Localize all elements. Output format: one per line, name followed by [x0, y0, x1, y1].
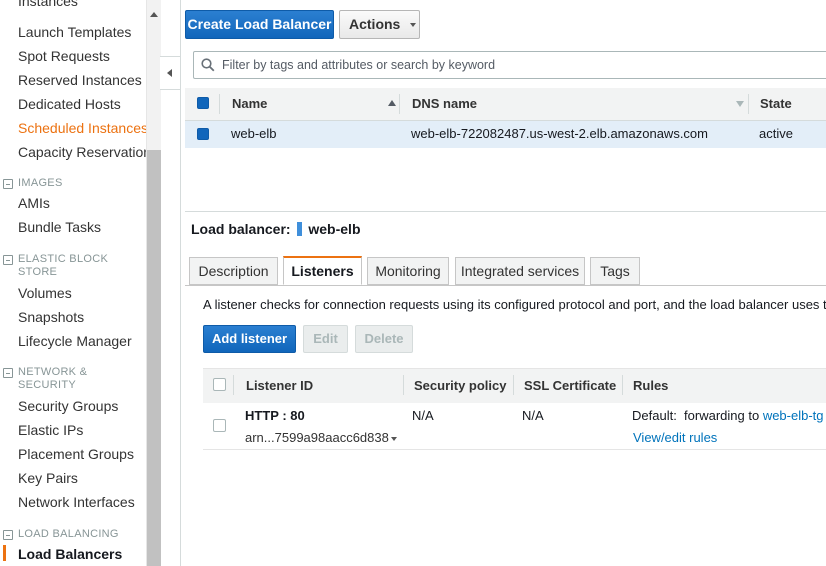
- row-checkbox[interactable]: [197, 128, 209, 140]
- cell-dns-name: web-elb-722082487.us-west-2.elb.amazonaw…: [411, 126, 708, 141]
- status-marker: [297, 222, 303, 236]
- panel-divider[interactable]: [185, 211, 826, 212]
- details-name: web-elb: [308, 221, 361, 237]
- cell-ssl-certificate: N/A: [522, 408, 544, 423]
- sidebar-item-security-groups[interactable]: Security Groups: [18, 398, 118, 414]
- sidebar-item-key-pairs[interactable]: Key Pairs: [18, 470, 78, 486]
- cell-name: web-elb: [231, 126, 277, 141]
- column-separator: [219, 94, 220, 114]
- sidebar-section-load-balancing: LOAD BALANCING: [18, 528, 119, 540]
- search-box: [193, 51, 826, 79]
- collapse-ebs-icon[interactable]: [3, 255, 13, 265]
- cell-rules: Default: forwarding to web-elb-tg: [632, 408, 824, 423]
- listener-table-header: Listener ID Security policy SSL Certific…: [203, 368, 826, 404]
- column-header-ssl-certificate[interactable]: SSL Certificate: [524, 378, 616, 393]
- scrollbar-thumb[interactable]: [147, 150, 161, 566]
- collapse-network-icon[interactable]: [3, 368, 13, 378]
- sidebar-section-network: NETWORK & SECURITY: [18, 366, 87, 392]
- sort-icon[interactable]: [736, 101, 744, 107]
- sidebar-item-scheduled-instances[interactable]: Scheduled Instances: [18, 120, 146, 136]
- collapse-sidebar-button[interactable]: [160, 56, 181, 90]
- scroll-up-icon[interactable]: [150, 12, 158, 17]
- column-header-security-policy[interactable]: Security policy: [414, 378, 506, 393]
- search-icon: [201, 58, 215, 72]
- column-separator: [748, 94, 749, 114]
- sidebar-item-amis[interactable]: AMIs: [18, 195, 50, 211]
- sidebar-item-network-interfaces[interactable]: Network Interfaces: [18, 494, 135, 510]
- column-separator: [622, 375, 623, 395]
- sidebar: Instances Launch Templates Spot Requests…: [0, 0, 146, 566]
- details-label: Load balancer:: [191, 221, 291, 237]
- tab-underline: [185, 285, 826, 286]
- sidebar-section-images: IMAGES: [18, 177, 63, 189]
- sidebar-item-dedicated-hosts[interactable]: Dedicated Hosts: [18, 96, 121, 112]
- tab-integrated-services[interactable]: Integrated services: [455, 257, 585, 285]
- column-header-dns-name[interactable]: DNS name: [412, 96, 477, 111]
- sidebar-section-network-line1: NETWORK &: [18, 366, 88, 378]
- sort-asc-icon[interactable]: [388, 100, 396, 106]
- column-separator: [513, 375, 514, 395]
- chevron-down-icon[interactable]: [390, 436, 397, 441]
- sidebar-item-lifecycle-manager[interactable]: Lifecycle Manager: [18, 333, 132, 349]
- current-indicator: [3, 545, 6, 561]
- column-separator: [233, 375, 234, 395]
- actions-label: Actions: [349, 16, 401, 32]
- column-header-state[interactable]: State: [760, 96, 792, 111]
- sidebar-section-ebs: ELASTIC BLOCK STORE: [18, 253, 108, 279]
- sidebar-item-reserved-instances[interactable]: Reserved Instances: [18, 72, 142, 88]
- column-header-name[interactable]: Name: [232, 96, 267, 111]
- sidebar-item-placement-groups[interactable]: Placement Groups: [18, 446, 134, 462]
- tab-description[interactable]: Description: [189, 257, 278, 285]
- column-separator: [399, 94, 400, 114]
- sidebar-section-ebs-line1: ELASTIC BLOCK: [18, 253, 109, 265]
- column-header-listener-id[interactable]: Listener ID: [246, 378, 313, 393]
- sidebar-item-spot-requests[interactable]: Spot Requests: [18, 48, 110, 64]
- listener-id: HTTP : 80: [245, 408, 305, 423]
- tab-tags[interactable]: Tags: [590, 257, 640, 285]
- search-input[interactable]: [220, 57, 804, 73]
- delete-button[interactable]: Delete: [355, 325, 413, 353]
- tab-listeners[interactable]: Listeners: [283, 256, 362, 285]
- column-separator: [403, 375, 404, 395]
- sidebar-scrollbar[interactable]: [146, 0, 161, 566]
- sidebar-section-network-line2: SECURITY: [18, 379, 77, 391]
- cell-state: active: [759, 126, 793, 141]
- collapse-images-icon[interactable]: [3, 179, 13, 189]
- sidebar-section-ebs-line2: STORE: [18, 266, 58, 278]
- details-header: Load balancer: web-elb: [191, 221, 361, 237]
- target-group-link[interactable]: web-elb-tg: [763, 408, 824, 423]
- chevron-left-icon: [167, 69, 172, 77]
- cell-security-policy: N/A: [412, 408, 434, 423]
- listener-description: A listener checks for connection request…: [203, 297, 826, 312]
- divider: [180, 0, 181, 566]
- column-header-rules[interactable]: Rules: [633, 378, 668, 393]
- chevron-down-icon: [410, 23, 417, 28]
- tab-monitoring[interactable]: Monitoring: [367, 257, 449, 285]
- rules-prefix: Default: forwarding to: [632, 408, 760, 423]
- edit-button[interactable]: Edit: [303, 325, 348, 353]
- sidebar-item-volumes[interactable]: Volumes: [18, 285, 72, 301]
- listener-checkbox[interactable]: [213, 419, 226, 432]
- actions-button[interactable]: Actions: [339, 10, 420, 39]
- sidebar-item-snapshots[interactable]: Snapshots: [18, 309, 84, 325]
- listener-row[interactable]: HTTP : 80 arn...7599a98aacc6d838 N/A N/A…: [203, 403, 826, 450]
- table-header: Name DNS name State: [185, 88, 826, 121]
- collapse-lb-icon[interactable]: [3, 530, 13, 540]
- sidebar-item-bundle-tasks[interactable]: Bundle Tasks: [18, 219, 101, 235]
- sidebar-item-load-balancers[interactable]: Load Balancers: [18, 546, 122, 562]
- table-row[interactable]: web-elb web-elb-722082487.us-west-2.elb.…: [185, 121, 826, 148]
- sidebar-item-elastic-ips[interactable]: Elastic IPs: [18, 422, 83, 438]
- listener-arn-text: arn...7599a98aacc6d838: [245, 430, 389, 445]
- sidebar-item-capacity-reservations[interactable]: Capacity Reservations: [18, 144, 146, 160]
- create-load-balancer-button[interactable]: Create Load Balancer: [185, 10, 334, 39]
- select-all-checkbox[interactable]: [197, 97, 209, 109]
- sidebar-item-launch-templates[interactable]: Launch Templates: [18, 24, 131, 40]
- add-listener-button[interactable]: Add listener: [203, 325, 296, 353]
- listener-arn[interactable]: arn...7599a98aacc6d838: [245, 430, 397, 445]
- select-all-listeners-checkbox[interactable]: [213, 378, 226, 391]
- sidebar-item-instances[interactable]: Instances: [18, 0, 78, 9]
- view-edit-rules-link[interactable]: View/edit rules: [633, 430, 717, 445]
